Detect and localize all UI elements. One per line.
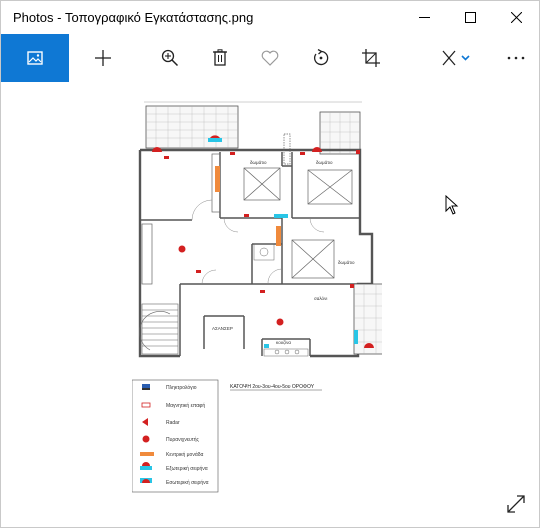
legend-swatch-fire-detector <box>142 435 150 443</box>
rotate-icon <box>313 49 329 66</box>
crop-icon <box>362 49 380 67</box>
crop-button[interactable] <box>348 34 394 82</box>
close-icon <box>510 12 522 23</box>
room-label-bedroom2: δωμάτιο <box>316 159 333 165</box>
zoom-button[interactable] <box>147 34 193 82</box>
floor-plan-image: δωμάτιο δωμάτιο δωμάτιο σαλόνι κουζίνα Α… <box>131 101 393 493</box>
image-canvas: δωμάτιο δωμάτιο δωμάτιο σαλόνι κουζίνα Α… <box>131 94 393 496</box>
edit-button[interactable] <box>431 34 481 82</box>
room-label-bedroom1: δωμάτιο <box>250 159 267 165</box>
room-label-living: σαλόνι <box>314 295 327 301</box>
legend-label-keypad: Πληκτρολόγιο <box>166 384 197 391</box>
plan-caption: ΚΑΤΟΨΗ 2ου-3ου-4ου-5ου ΟΡΟΦΟΥ <box>230 384 315 390</box>
rotate-button[interactable] <box>298 34 344 82</box>
expand-icon <box>507 495 525 513</box>
legend-label-radar: Radar <box>166 420 180 426</box>
room-label-elevator: ΑΣΑΝΣΕΡ <box>212 326 233 331</box>
close-button[interactable] <box>493 1 539 34</box>
sensor-markers <box>152 135 374 348</box>
fullscreen-button[interactable] <box>499 487 533 521</box>
mouse-cursor-icon <box>445 195 459 215</box>
title-bar: Photos - Τοπογραφικό Εγκατάστασης.png <box>1 1 539 34</box>
legend-label-fire-detector: Πυρανιχνευτής <box>166 436 200 443</box>
legend-label-indoor-siren: Εσωτερική σειρήνα <box>166 479 209 486</box>
toolbar <box>1 34 539 82</box>
image-icon <box>27 51 43 65</box>
plus-icon <box>95 50 111 66</box>
legend-label-contact: Μαγνητική επαφή <box>166 402 205 409</box>
trash-icon <box>213 49 227 66</box>
add-button[interactable] <box>80 34 126 82</box>
edit-icon <box>442 50 470 66</box>
minimize-icon <box>418 17 430 18</box>
more-button[interactable] <box>493 34 539 82</box>
room-label-bedroom3: δωμάτιο <box>338 259 355 265</box>
more-icon <box>507 56 525 60</box>
legend-swatch-contact <box>141 402 151 408</box>
room-label-kitchen: κουζίνα <box>276 340 291 345</box>
photos-window: Photos - Τοπογραφικό Εγκατάστασης.png δω… <box>0 0 540 528</box>
minimize-button[interactable] <box>401 1 447 34</box>
legend-label-control-panel: Κεντρική μονάδα <box>166 451 203 458</box>
maximize-icon <box>464 12 476 23</box>
legend-swatch-indoor-siren <box>140 478 152 483</box>
heart-icon <box>261 50 279 66</box>
legend-swatch-control-panel <box>140 452 154 456</box>
favorite-button[interactable] <box>247 34 293 82</box>
delete-button[interactable] <box>197 34 243 82</box>
window-title: Photos - Τοπογραφικό Εγκατάστασης.png <box>13 10 254 25</box>
maximize-button[interactable] <box>447 1 493 34</box>
image-view-button[interactable] <box>1 34 69 82</box>
legend-swatch-keypad <box>142 384 150 390</box>
legend-label-outdoor-siren: Εξωτερική σειρήνα <box>166 465 208 472</box>
zoom-in-icon <box>161 49 179 67</box>
